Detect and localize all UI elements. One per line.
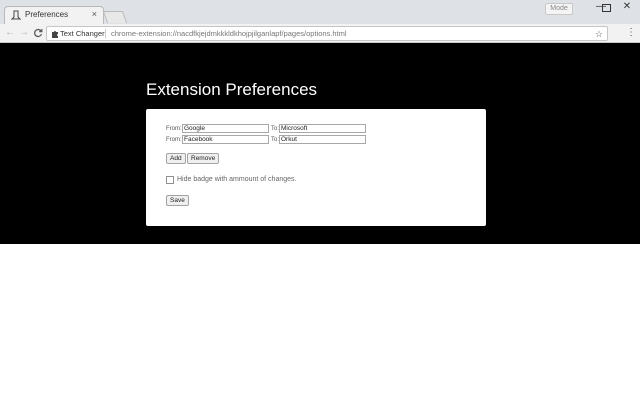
hide-badge-checkbox[interactable] [166,176,174,184]
tab-close-icon[interactable]: × [92,9,97,19]
save-button[interactable]: Save [166,195,189,206]
preferences-card: From: To: From: To: Add Remove Hide badg… [146,109,486,226]
reload-icon[interactable] [31,26,45,40]
from-input[interactable] [182,124,269,133]
url-separator [105,29,106,38]
to-label: To: [271,126,280,132]
add-rule-button[interactable]: Add [166,153,186,164]
remove-rule-button[interactable]: Remove [187,153,220,164]
forward-icon[interactable]: → [17,26,31,40]
menu-icon[interactable]: ⋮ [626,26,636,40]
to-label: To: [271,137,280,143]
from-input[interactable] [182,135,269,144]
tab-title: Preferences [25,10,69,19]
url-text[interactable]: chrome-extension://nacdfkjejdmkkkldkhojp… [111,29,347,38]
bookmark-star-icon[interactable]: ☆ [595,28,603,40]
browser-titlebar: Preferences × Mode — ✕ [0,0,640,24]
page-icon [10,10,22,20]
back-icon[interactable]: ← [3,26,17,40]
puzzle-icon [51,28,59,43]
extension-name: Text Changer [60,29,105,38]
new-tab-button[interactable] [102,11,128,23]
to-input[interactable] [279,124,366,133]
from-label: From: [166,126,182,132]
close-window-icon[interactable]: ✕ [616,0,638,16]
from-label: From: [166,137,182,143]
profile-button[interactable]: Mode [545,3,573,15]
browser-toolbar: ← → Text Changer chrome-extension://nacd… [0,24,640,43]
to-input[interactable] [279,135,366,144]
page-title: Extension Preferences [146,80,318,99]
hide-badge-label: Hide badge with ammount of changes. [177,176,297,183]
maximize-icon[interactable] [596,0,616,16]
address-bar[interactable]: Text Changer chrome-extension://nacdfkje… [46,26,608,41]
tab-preferences[interactable]: Preferences × [4,6,104,24]
